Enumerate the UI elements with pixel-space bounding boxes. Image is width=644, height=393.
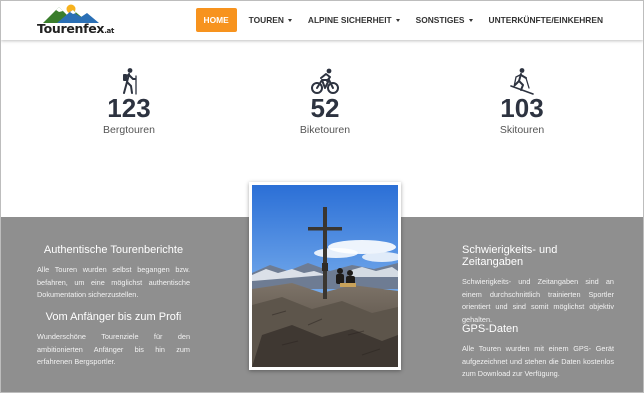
feature-authentisch: Authentische Tourenberichte Alle Touren … — [37, 244, 190, 302]
stat-label: Biketouren — [299, 124, 351, 136]
stat-number: 123 — [107, 93, 151, 123]
feature-title: Authentische Tourenberichte — [43, 244, 184, 256]
logo-suffix: .at — [104, 27, 115, 35]
feature-schwierigkeit: Schwierigkeits- und Zeitangaben Schwieri… — [462, 244, 614, 326]
logo-name: Tourenfex — [37, 21, 105, 36]
feature-title: GPS-Daten — [462, 323, 519, 335]
skier-icon — [510, 68, 534, 95]
feature-title: Schwierigkeits- und Zeitangaben — [462, 244, 558, 268]
feature-title: Vom Anfänger bis zum Profi — [45, 311, 182, 323]
summit-cross-photo — [252, 185, 398, 367]
feature-text: Alle Touren wurden selbst begangen bzw. … — [37, 265, 190, 299]
mountain-bike-icon — [311, 68, 339, 94]
caret-down-icon — [395, 18, 400, 22]
summit-photo-frame — [249, 182, 401, 370]
nav-item-label: HOME — [203, 15, 229, 25]
stat-label: Skitouren — [499, 124, 545, 136]
site-header: Tourenfex.at HOME TOUREN ALPINE SICHERHE… — [1, 1, 643, 40]
stat-number: 52 — [310, 93, 340, 123]
stat-label: Bergtouren — [103, 124, 155, 136]
browser-viewport: Tourenfex.at HOME TOUREN ALPINE SICHERHE… — [0, 0, 644, 393]
stat-bergtouren: 123 Bergtouren — [74, 67, 184, 136]
main-navigation: HOME TOUREN ALPINE SICHERHEIT SONSTIGES … — [195, 8, 611, 32]
nav-item-label: UNTERKÜNFTE/EINKEHREN — [488, 15, 603, 25]
feature-text: Schwierigkeits- und Zeitangaben sind an … — [462, 277, 614, 324]
feature-gps: GPS-Daten Alle Touren wurden mit einem G… — [462, 323, 614, 381]
stat-number: 103 — [500, 93, 544, 123]
feature-text: Wunderschöne Tourenziele für den ambitio… — [37, 332, 190, 366]
feature-anfaenger-profi: Vom Anfänger bis zum Profi Wunderschöne … — [37, 311, 190, 369]
nav-item-sonstiges[interactable]: SONSTIGES — [408, 8, 481, 32]
nav-item-alpine-sicherheit[interactable]: ALPINE SICHERHEIT — [300, 8, 408, 32]
feature-text: Alle Touren wurden mit einem GPS- Gerät … — [462, 344, 614, 378]
nav-item-touren[interactable]: TOUREN — [241, 8, 300, 32]
nav-item-label: TOUREN — [248, 15, 284, 25]
nav-item-label: ALPINE SICHERHEIT — [307, 15, 392, 25]
logo-text: Tourenfex.at — [37, 21, 114, 36]
caret-down-icon — [287, 18, 292, 22]
caret-down-icon — [468, 18, 473, 22]
nav-item-unterkuenfte[interactable]: UNTERKÜNFTE/EINKEHREN — [481, 8, 611, 32]
hiker-icon — [123, 68, 137, 95]
nav-item-label: SONSTIGES — [415, 15, 465, 25]
site-logo[interactable]: Tourenfex.at — [37, 3, 114, 37]
stat-biketouren: 52 Biketouren — [270, 67, 380, 136]
nav-item-home[interactable]: HOME — [195, 8, 237, 32]
stat-skitouren: 103 Skitouren — [467, 67, 577, 136]
